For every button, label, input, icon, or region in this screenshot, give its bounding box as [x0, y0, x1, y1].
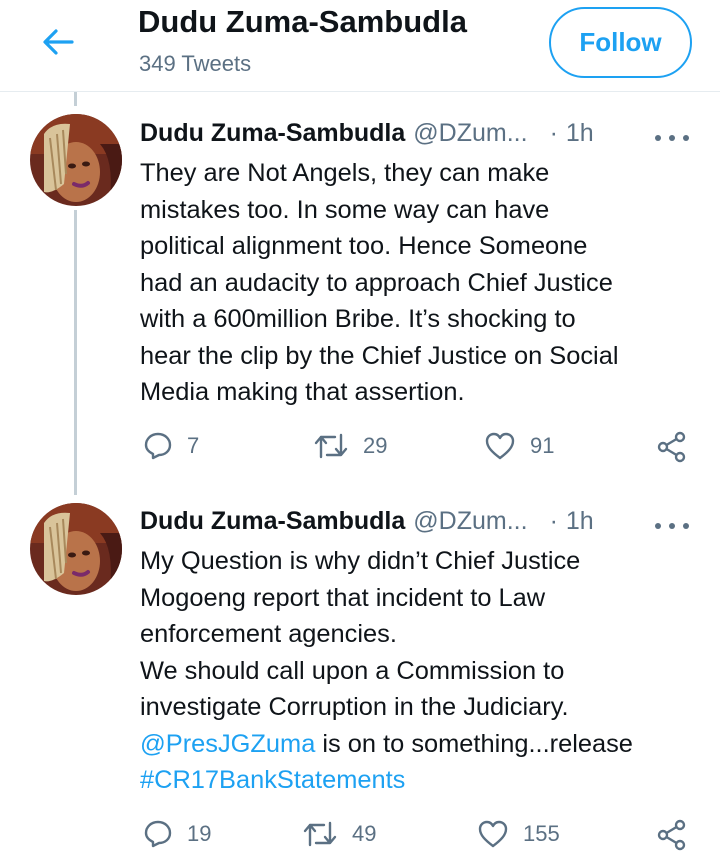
tweet-line: @PresJGZuma is on to something...release [140, 726, 700, 763]
like-button[interactable]: 91 [484, 431, 554, 461]
author-handle[interactable]: @DZum... [413, 119, 527, 148]
retweet-count: 29 [363, 433, 388, 458]
like-count: 155 [523, 821, 560, 846]
reply-count: 19 [187, 821, 212, 846]
author-name[interactable]: Dudu Zuma-Sambudla [140, 507, 405, 536]
retweet-button[interactable]: 49 [302, 819, 376, 849]
retweet-count: 49 [352, 821, 377, 846]
avatar[interactable] [30, 114, 122, 206]
like-button[interactable]: 155 [477, 819, 560, 849]
more-icon-dot [669, 135, 675, 141]
tweet-line: #CR17BankStatements [140, 762, 700, 799]
tweet-text: They are Not Angels, they can make mista… [140, 155, 700, 411]
share-icon [657, 431, 686, 463]
tweet-line: We should call upon a Commission to [140, 656, 565, 685]
retweet-icon [314, 433, 348, 459]
reply-icon [144, 820, 172, 848]
separator-dot: · [549, 507, 558, 535]
tweet-line: Media making that assertion. [140, 378, 465, 406]
more-icon [655, 135, 661, 141]
tweet-line: had an audacity to approach Chief Justic… [140, 268, 613, 297]
hashtag-link[interactable]: #CR17BankStatements [140, 766, 405, 794]
separator-dot: · [549, 119, 558, 147]
more-icon [655, 523, 661, 529]
heart-icon [478, 820, 508, 848]
reply-button[interactable]: 7 [143, 431, 199, 461]
more-button[interactable] [655, 514, 689, 538]
author-name[interactable]: Dudu Zuma-Sambudla [140, 119, 405, 148]
tweet-line: They are Not Angels, they can make [140, 159, 550, 187]
tweet-text: My Question is why didn’t Chief Justice … [140, 543, 700, 799]
tweet-line: Mogoeng report that incident to Law [140, 583, 546, 612]
follow-button[interactable]: Follow [549, 7, 692, 78]
reply-count: 7 [187, 433, 200, 458]
tweet-actions: 19 49 155 [0, 817, 720, 857]
tweet-line: hear the clip by the Chief Justice on So… [140, 341, 619, 370]
tweet-time[interactable]: 1h [566, 119, 594, 148]
avatar-image [30, 503, 122, 595]
tweet-line-text: is on to something...release [315, 729, 633, 758]
profile-name: Dudu Zuma-Sambudla [138, 4, 467, 39]
more-button[interactable] [655, 126, 689, 150]
mention-link[interactable]: @PresJGZuma [140, 730, 315, 758]
heart-icon [485, 432, 515, 460]
tweet-count: 349 Tweets [139, 51, 252, 76]
more-icon-dot [683, 135, 689, 141]
share-button[interactable] [656, 431, 688, 463]
tweet-actions: 7 29 91 [0, 427, 720, 467]
retweet-icon [303, 821, 337, 847]
reply-button[interactable]: 19 [143, 819, 211, 849]
tweet-time[interactable]: 1h [566, 507, 594, 536]
tweet-line: political alignment too. Hence Someone [140, 232, 588, 260]
author-handle[interactable]: @DZum... [413, 507, 527, 536]
tweet[interactable]: Dudu Zuma-Sambudla @DZum... · 1h They ar… [0, 92, 720, 487]
tweet[interactable]: Dudu Zuma-Sambudla @DZum... · 1h My Ques… [0, 487, 720, 865]
tweet-line: investigate Corruption in the Judiciary. [140, 693, 569, 721]
arrow-left-icon [43, 29, 74, 55]
tweet-line: with a 600million Bribe. It’s shocking t… [140, 305, 576, 333]
back-button[interactable] [38, 22, 78, 62]
more-icon-dot [669, 523, 675, 529]
tweet-line: enforcement agencies. [140, 620, 397, 648]
retweet-button[interactable]: 29 [313, 431, 387, 461]
profile-header: Dudu Zuma-Sambudla 349 Tweets Follow [0, 0, 720, 92]
avatar[interactable] [30, 503, 122, 595]
more-icon-dot [683, 523, 689, 529]
share-icon [657, 819, 686, 851]
tweet-line: My Question is why didn’t Chief Justice [140, 547, 581, 575]
share-button[interactable] [656, 819, 688, 851]
tweet-line: mistakes too. In some way can have [140, 195, 550, 224]
reply-icon [144, 432, 172, 460]
like-count: 91 [530, 433, 555, 458]
avatar-image [30, 114, 122, 206]
